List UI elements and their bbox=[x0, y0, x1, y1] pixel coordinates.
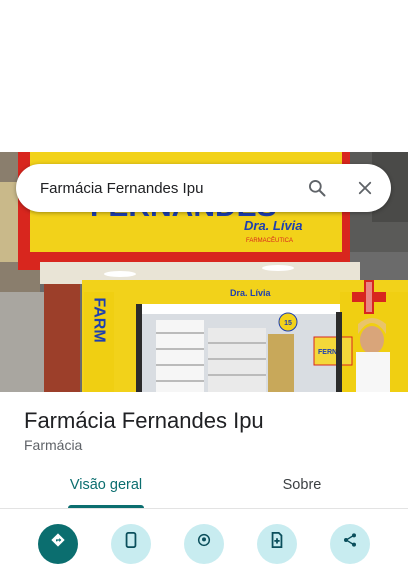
share-icon bbox=[342, 532, 358, 564]
tab-bar: Visão geral Sobre bbox=[0, 468, 408, 509]
call-button[interactable] bbox=[111, 524, 151, 564]
search-bar[interactable]: Farmácia Fernandes Ipu bbox=[16, 164, 391, 212]
nearby-icon bbox=[196, 532, 212, 564]
nearby-button[interactable] bbox=[184, 524, 224, 564]
tab-about[interactable]: Sobre bbox=[252, 468, 352, 508]
place-category: Farmácia bbox=[24, 437, 83, 453]
phone-icon bbox=[124, 532, 138, 564]
search-input[interactable]: Farmácia Fernandes Ipu bbox=[40, 180, 299, 197]
directions-button[interactable] bbox=[38, 524, 78, 564]
tab-overview[interactable]: Visão geral bbox=[42, 468, 170, 508]
directions-icon bbox=[50, 532, 66, 564]
svg-text:Dra. Lívia: Dra. Lívia bbox=[230, 288, 272, 298]
sign-doctor-text: Dra. Lívia bbox=[244, 218, 303, 233]
search-icon[interactable] bbox=[299, 170, 335, 206]
sign-sub-text: FARMACÊUTICA bbox=[246, 236, 293, 244]
place-title: Farmácia Fernandes Ipu bbox=[24, 408, 264, 433]
share-button[interactable] bbox=[330, 524, 370, 564]
pillar-text: FARM bbox=[91, 297, 108, 342]
close-icon[interactable] bbox=[347, 170, 383, 206]
save-icon bbox=[270, 532, 284, 564]
badge-text: 15 bbox=[284, 320, 292, 327]
save-button[interactable] bbox=[257, 524, 297, 564]
